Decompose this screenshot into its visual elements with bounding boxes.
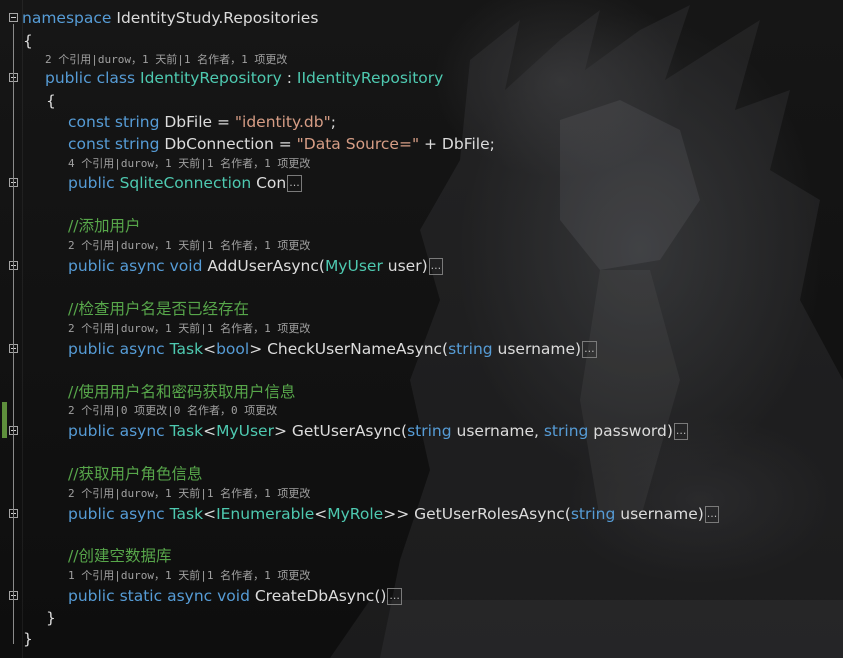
field-expression: + DbFile; [419, 135, 495, 153]
string-literal: "Data Source=" [296, 135, 420, 153]
generic-close: > [273, 422, 287, 440]
const-keyword: const [68, 135, 110, 153]
public-keyword: public [68, 340, 115, 358]
public-keyword: public [68, 505, 115, 523]
generic-open: < [314, 505, 328, 523]
generic-open: < [203, 505, 217, 523]
param-name: username) [492, 340, 582, 358]
param-type: MyUser [324, 257, 383, 275]
class-close-brace: } [46, 609, 56, 627]
semicolon: ; [330, 113, 336, 131]
code-editor[interactable]: namespace IdentityStudy.Repositories { 2… [0, 0, 843, 658]
async-keyword: async [167, 587, 213, 605]
comment-get-user: //使用用户名和密码获取用户信息 [68, 383, 296, 401]
public-keyword: public [68, 587, 115, 605]
collapsed-body-button[interactable]: ... [287, 175, 302, 192]
class-name: IdentityRepository [140, 69, 282, 87]
collapsed-body-button[interactable]: ... [428, 258, 444, 275]
bool-keyword: bool [216, 340, 250, 358]
param-type: string [407, 422, 452, 440]
string-keyword: string [114, 135, 160, 153]
string-keyword: string [114, 113, 160, 131]
generic-close: >> [383, 505, 410, 523]
string-literal: "identity.db" [234, 113, 331, 131]
method-name: GetUserAsync( [286, 422, 408, 440]
param-type: string [543, 422, 589, 440]
class-keyword: class [96, 69, 136, 87]
field-name: DbFile = [159, 113, 235, 131]
method-name: AddUserAsync( [202, 257, 325, 275]
get-user-declaration: public async Task<MyUser> GetUserAsync(s… [0, 421, 843, 441]
ienumerable-type: IEnumerable [216, 505, 315, 523]
static-keyword: static [119, 587, 163, 605]
const-keyword: const [68, 113, 110, 131]
task-type: Task [169, 505, 204, 523]
conn-codelens[interactable]: 4 个引用|durow，1 天前|1 名作者，1 项更改 [0, 156, 843, 172]
create-db-declaration: public static async void CreateDbAsync()… [0, 586, 843, 606]
dbfile-field: const string DbFile = "identity.db"; [0, 112, 843, 132]
namespace-open-brace: { [23, 32, 33, 50]
myrole-type: MyRole [327, 505, 384, 523]
void-keyword: void [169, 257, 203, 275]
field-name: DbConnection = [159, 135, 297, 153]
comment-create-db: //创建空数据库 [68, 547, 172, 565]
comment-get-user-roles: //获取用户角色信息 [68, 465, 203, 483]
public-keyword: public [68, 257, 115, 275]
namespace-close-brace: } [23, 630, 33, 648]
method-name: CheckUserNameAsync( [262, 340, 449, 358]
class-declaration: public class IdentityRepository : IIdent… [0, 68, 843, 88]
generic-open: < [203, 422, 217, 440]
collapsed-body-button[interactable]: ... [673, 423, 689, 440]
dbconnection-field: const string DbConnection = "Data Source… [0, 134, 843, 154]
namespace-keyword: namespace [22, 9, 112, 27]
conn-declaration: public SqliteConnection Con... [0, 173, 843, 193]
method-name: GetUserRolesAsync( [409, 505, 571, 523]
param-name: username) [615, 505, 704, 523]
get-user-codelens[interactable]: 2 个引用|0 项更改|0 名作者，0 项更改 [0, 403, 843, 419]
public-keyword: public [68, 422, 115, 440]
comment-add-user: //添加用户 [68, 217, 141, 235]
generic-open: < [203, 340, 217, 358]
async-keyword: async [119, 422, 165, 440]
namespace-declaration: namespace IdentityStudy.Repositories [0, 8, 843, 28]
param-type: string [448, 340, 493, 358]
param-name: username, [451, 422, 544, 440]
class-codelens[interactable]: 2 个引用|durow，1 天前|1 名作者，1 项更改 [0, 52, 843, 68]
collapsed-body-button[interactable]: ... [582, 341, 597, 358]
async-keyword: async [119, 505, 165, 523]
namespace-name: IdentityStudy.Repositories [116, 9, 319, 27]
collapsed-body-button[interactable]: ... [387, 588, 402, 605]
myuser-type: MyUser [216, 422, 274, 440]
class-open-brace: { [46, 92, 56, 110]
add-user-declaration: public async void AddUserAsync(MyUser us… [0, 256, 843, 276]
async-keyword: async [119, 257, 165, 275]
public-keyword: public [68, 174, 115, 192]
base-interface: IIdentityRepository [296, 69, 444, 87]
get-user-roles-codelens[interactable]: 2 个引用|durow，1 天前|1 名作者，1 项更改 [0, 486, 843, 502]
param-name: user) [382, 257, 428, 275]
type-name: SqliteConnection [119, 174, 252, 192]
async-keyword: async [119, 340, 165, 358]
create-db-codelens[interactable]: 1 个引用|durow，1 天前|1 名作者，1 项更改 [0, 568, 843, 584]
collapsed-body-button[interactable]: ... [704, 506, 720, 523]
check-username-declaration: public async Task<bool> CheckUserNameAsy… [0, 339, 843, 359]
add-user-codelens[interactable]: 2 个引用|durow，1 天前|1 名作者，1 项更改 [0, 238, 843, 254]
class-outline-guide [13, 84, 14, 620]
generic-close: > [249, 340, 263, 358]
get-user-roles-declaration: public async Task<IEnumerable<MyRole>> G… [0, 504, 843, 524]
method-name: Con [251, 174, 287, 192]
public-keyword: public [45, 69, 92, 87]
void-keyword: void [217, 587, 250, 605]
param-name: password) [588, 422, 673, 440]
comment-check-username: //检查用户名是否已经存在 [68, 300, 249, 318]
check-username-codelens[interactable]: 2 个引用|durow，1 天前|1 名作者，1 项更改 [0, 321, 843, 337]
method-name: CreateDbAsync() [249, 587, 387, 605]
param-type: string [570, 505, 616, 523]
task-type: Task [169, 340, 204, 358]
colon: : [281, 69, 297, 87]
task-type: Task [169, 422, 204, 440]
